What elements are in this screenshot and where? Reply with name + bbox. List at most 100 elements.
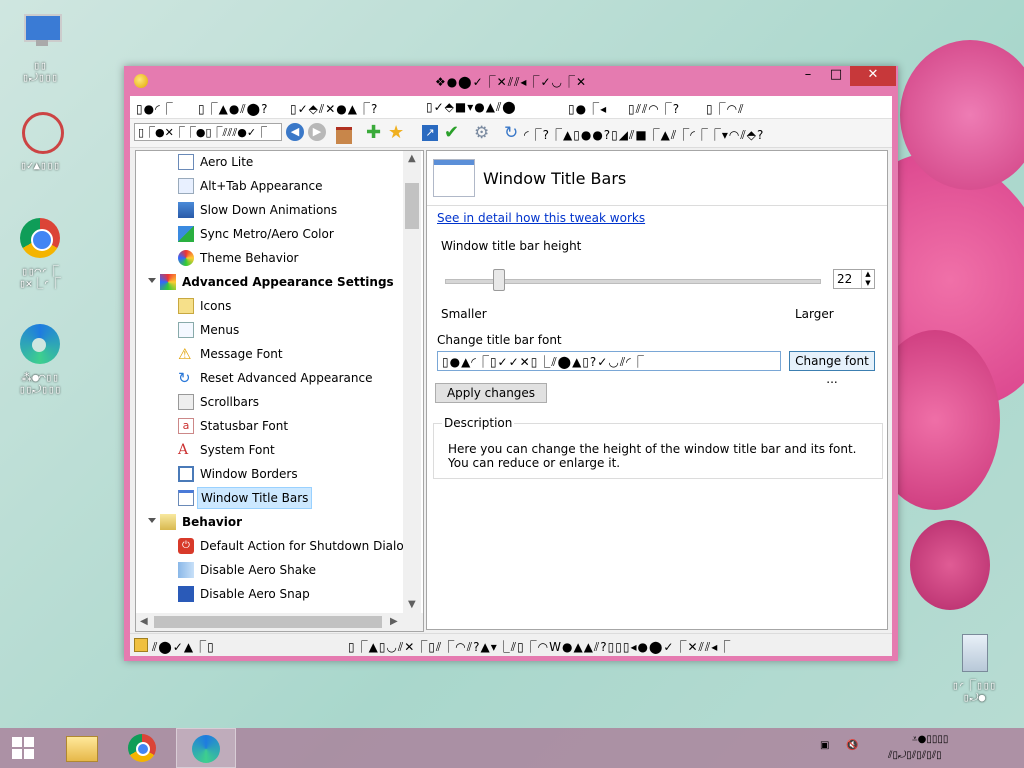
title-bar-icon bbox=[178, 490, 194, 506]
page-title: Window Title Bars bbox=[483, 169, 627, 188]
title-bar[interactable]: ❖●⬤✓⎾✕⫽⫽◂⎾✓◡⎾✕ – □ ✕ bbox=[124, 66, 898, 96]
height-spinner[interactable]: 22 ▲ ▼ bbox=[833, 269, 875, 289]
tree-vertical-scrollbar[interactable]: ▲ ▼ bbox=[403, 151, 421, 613]
desktop-icon-edge[interactable]: ⁂●◠▯▯ ▯▯⤾▯▯▯ bbox=[0, 322, 80, 396]
window-title: ❖●⬤✓⎾✕⫽⫽◂⎾✓◡⎾✕ bbox=[434, 75, 588, 89]
taskbar-edge-app[interactable] bbox=[176, 728, 236, 768]
mandala-icon bbox=[16, 110, 64, 158]
scroll-thumb[interactable] bbox=[405, 183, 419, 229]
scroll-up-icon[interactable]: ▲ bbox=[408, 153, 416, 164]
menu-item-1[interactable]: ▯●◜⎾ bbox=[136, 100, 174, 117]
shutdown-icon: ⏻ bbox=[178, 538, 194, 554]
scroll-right-icon[interactable]: ▶ bbox=[390, 616, 398, 627]
menus-icon bbox=[178, 322, 194, 338]
start-button[interactable] bbox=[0, 728, 60, 768]
edge-icon bbox=[192, 735, 220, 763]
font-label: Change title bar font bbox=[437, 333, 562, 347]
theme-icon bbox=[178, 250, 194, 266]
taskbar: ▣ 🔇 ⩡●▯▯▯▯ ⫽▯⤾▯⫽▯⫽▯⫽▯ bbox=[0, 728, 1024, 768]
shortcut-icon[interactable]: ↗ bbox=[422, 123, 442, 143]
network-icon[interactable]: ▣ bbox=[820, 740, 829, 751]
color-sync-icon bbox=[178, 226, 194, 242]
clock-time[interactable]: ⩡●▯▯▯▯ bbox=[912, 734, 948, 745]
home-icon[interactable] bbox=[336, 123, 356, 144]
chrome-icon bbox=[16, 216, 64, 264]
animation-icon bbox=[178, 202, 194, 218]
height-slider-thumb[interactable] bbox=[493, 269, 505, 291]
forward-icon[interactable]: ▶ bbox=[308, 123, 328, 143]
statusbar-font-icon: a bbox=[178, 418, 194, 434]
toolbar: ▯⎾●✕⎾⎾●▯⎾⫽⫽⫽●✓⎾ ◀ ▶ ✚ ★ ↗ ✔ ⚙ ↻ ◜⎾?⎾▲▯●●… bbox=[130, 119, 892, 148]
refresh-icon[interactable]: ↻ bbox=[504, 123, 524, 143]
add-favorite-icon[interactable]: ✚ bbox=[366, 123, 386, 143]
shake-icon bbox=[178, 562, 194, 578]
app-window: ❖●⬤✓⎾✕⫽⫽◂⎾✓◡⎾✕ – □ ✕ ▯●◜⎾ ▯⎾▲●⫽⬤? ▯✓⬘⫽✕●… bbox=[124, 66, 898, 661]
description-text: Here you can change the height of the wi… bbox=[448, 442, 857, 470]
back-icon[interactable]: ◀ bbox=[286, 123, 306, 143]
menu-item-4[interactable]: ▯✓⬘■▾●▲⫽⬤ bbox=[426, 100, 517, 115]
menu-item-7[interactable]: ▯⎾◠⫽ bbox=[706, 100, 744, 117]
windows-logo-icon bbox=[12, 737, 34, 759]
desktop-icon-label: ▯▯ ▯⤾▯▯▯ bbox=[22, 59, 58, 84]
menu-item-6[interactable]: ▯⫽⫽◠⎾? bbox=[628, 100, 680, 117]
desktop-icon-recycle-bin[interactable]: ▯◜⎾▯▯▯ ▯⤾● bbox=[934, 630, 1014, 704]
menu-item-3[interactable]: ▯✓⬘⫽✕●▲⎾? bbox=[290, 100, 378, 117]
search-input[interactable]: ▯⎾●✕⎾⎾●▯⎾⫽⫽⫽●✓⎾ bbox=[134, 123, 282, 141]
window-client-area: ▯●◜⎾ ▯⎾▲●⫽⬤? ▯✓⬘⫽✕●▲⎾? ▯✓⬘■▾●▲⫽⬤ ▯●⎾◂ ▯⫽… bbox=[130, 96, 892, 656]
status-left-text[interactable]: ⫽⬤✓▲⎾▯ bbox=[152, 638, 215, 655]
height-label: Window title bar height bbox=[441, 239, 582, 253]
desktop-icon-this-pc[interactable]: ▯▯ ▯⤾▯▯▯ bbox=[0, 10, 80, 84]
clock-date[interactable]: ⫽▯⤾▯⫽▯⫽▯⫽▯ bbox=[888, 750, 942, 761]
alttab-icon bbox=[178, 178, 194, 194]
smaller-label: Smaller bbox=[441, 307, 487, 321]
hscroll-thumb[interactable] bbox=[154, 616, 382, 628]
computer-icon bbox=[16, 10, 64, 58]
maximize-button[interactable]: □ bbox=[822, 66, 850, 86]
expand-arrow-icon[interactable] bbox=[148, 518, 156, 523]
desktop-icon-chrome[interactable]: ▯▯◠◜⎾ ▯✕⎿◜⎾ bbox=[0, 216, 80, 290]
desktop-icon-label: ▯▯◠◜⎾ ▯✕⎿◜⎾ bbox=[19, 265, 61, 290]
taskbar-chrome[interactable] bbox=[114, 728, 174, 768]
edge-icon bbox=[16, 322, 64, 370]
snap-icon bbox=[178, 586, 194, 602]
desktop-icon-app-2[interactable]: ▯✓▲▯▯▯ bbox=[0, 110, 80, 172]
status-right-text[interactable]: ▯⎾▲▯◡⫽✕⎾▯⫽⎾◠⫽?▲▾⎿⫽▯⎾◠W●▲▲⫽?▯▯▯◂●⬤✓⎾✕⫽⫽◂⎾ bbox=[348, 638, 731, 655]
status-bar: ⫽⬤✓▲⎾▯ ▯⎾▲▯◡⫽✕⎾▯⫽⎾◠⫽?▲▾⎿⫽▯⎾◠W●▲▲⫽?▯▯▯◂●⬤… bbox=[130, 633, 892, 656]
gear-icon[interactable]: ⚙ bbox=[474, 123, 494, 143]
minimize-button[interactable]: – bbox=[794, 66, 822, 86]
menu-item-5[interactable]: ▯●⎾◂ bbox=[568, 100, 607, 117]
title-bar-preview-icon bbox=[433, 159, 475, 197]
tree-horizontal-scrollbar[interactable]: ◀ ▶ bbox=[136, 613, 423, 631]
toolbar-label: ◜⎾?⎾▲▯●●?▯◢⫽■⎾▲⫽⎾◜⎾⎾▾◠⫽⬘? bbox=[524, 128, 765, 142]
close-button[interactable]: ✕ bbox=[850, 66, 896, 86]
height-value: 22 bbox=[837, 272, 853, 286]
check-icon[interactable]: ✔ bbox=[444, 123, 464, 143]
warning-icon: ⚠ bbox=[178, 345, 192, 363]
recycle-bin-icon bbox=[950, 630, 998, 678]
window-icon bbox=[178, 154, 194, 170]
menu-item-2[interactable]: ▯⎾▲●⫽⬤? bbox=[198, 100, 268, 117]
menu-bar: ▯●◜⎾ ▯⎾▲●⫽⬤? ▯✓⬘⫽✕●▲⎾? ▯✓⬘■▾●▲⫽⬤ ▯●⎾◂ ▯⫽… bbox=[130, 96, 892, 119]
scrollbar-icon bbox=[178, 394, 194, 410]
expand-arrow-icon[interactable] bbox=[148, 278, 156, 283]
chrome-icon bbox=[128, 734, 156, 762]
icons-icon bbox=[178, 298, 194, 314]
behavior-icon bbox=[160, 514, 176, 530]
font-preview-field[interactable]: ▯●▲◜⎾▯✓✓✕▯⎿⫽⬤▲▯?✓◡⫽◜⎾ bbox=[437, 351, 781, 371]
window-borders-icon bbox=[178, 466, 194, 482]
volume-muted-icon[interactable]: 🔇 bbox=[846, 740, 858, 751]
desktop-icon-label: ▯✓▲▯▯▯ bbox=[20, 159, 60, 172]
taskbar-file-explorer[interactable] bbox=[52, 728, 112, 768]
panel-header: Window Title Bars bbox=[427, 151, 887, 206]
change-font-button[interactable]: Change font ... bbox=[789, 351, 875, 386]
scroll-down-icon[interactable]: ▼ bbox=[408, 599, 416, 610]
detail-link[interactable]: See in detail how this tweak works bbox=[437, 211, 645, 225]
apply-changes-button[interactable]: Apply changes bbox=[435, 383, 547, 403]
scroll-left-icon[interactable]: ◀ bbox=[140, 616, 148, 627]
star-icon[interactable]: ★ bbox=[388, 123, 408, 143]
system-font-icon: A bbox=[178, 442, 189, 458]
spinner-arrows[interactable]: ▲ ▼ bbox=[861, 270, 874, 288]
reset-icon: ↻ bbox=[178, 369, 191, 387]
status-icon bbox=[134, 638, 148, 652]
description-title: Description bbox=[442, 416, 515, 430]
